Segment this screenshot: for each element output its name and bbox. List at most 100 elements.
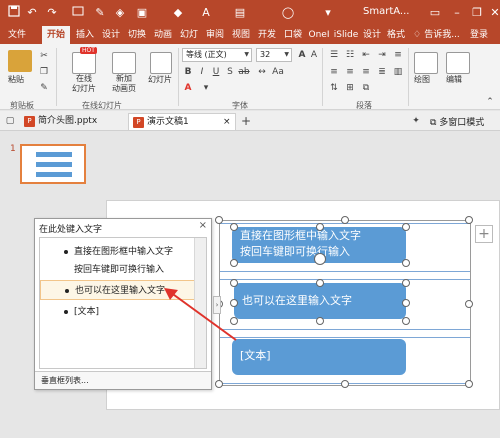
smartart-box-2[interactable]: 也可以在这里输入文字	[234, 283, 406, 319]
picture-icon-2[interactable]: ▤	[232, 5, 248, 21]
frame-handle[interactable]	[465, 300, 473, 308]
customize-qat-icon[interactable]: ▾	[320, 5, 336, 21]
char-spacing-icon[interactable]: ↔	[256, 66, 268, 78]
list-item[interactable]: 直接在图形框中输入文字	[40, 242, 195, 262]
start-from-beginning-icon[interactable]	[70, 5, 86, 21]
resize-handle[interactable]	[230, 259, 238, 267]
save-icon[interactable]	[6, 5, 22, 21]
paste-button-label[interactable]: 粘贴	[8, 74, 24, 85]
online-slide-button[interactable]: 在线 幻灯片	[66, 74, 102, 94]
editing-button[interactable]: 编辑	[446, 74, 462, 85]
circle-icon[interactable]: ◯	[280, 5, 296, 21]
tab-home[interactable]: 开始	[42, 26, 70, 44]
redo-icon[interactable]: ↷	[44, 5, 60, 21]
justify-icon[interactable]: ≣	[376, 66, 388, 78]
find-icon[interactable]	[446, 52, 470, 74]
layout-options-button[interactable]: +	[475, 225, 493, 243]
font-color-icon[interactable]: A	[198, 5, 214, 21]
minimize-button[interactable]: –	[446, 3, 468, 23]
resize-handle[interactable]	[402, 279, 410, 287]
new-animation-page-button[interactable]: 新加 动画页	[106, 74, 142, 94]
new-slide-icon[interactable]	[150, 52, 172, 74]
ribbon-display-icon[interactable]: ▭	[424, 3, 446, 23]
collapse-ribbon-icon[interactable]: ⌃	[484, 96, 496, 108]
resize-handle[interactable]	[316, 317, 324, 325]
close-tab-icon[interactable]: ×	[223, 114, 231, 131]
tab-design[interactable]: 设计	[98, 26, 124, 44]
tab-animations[interactable]: 动画	[150, 26, 176, 44]
shadow-icon[interactable]: S	[224, 66, 236, 78]
bullets-icon[interactable]: ☰	[328, 49, 340, 61]
tab-review[interactable]: 审阅	[202, 26, 228, 44]
decrease-font-icon[interactable]: A	[308, 49, 320, 61]
new-tab-icon[interactable]: ▢	[4, 115, 16, 127]
tab-pocket[interactable]: 口袋	[280, 26, 306, 44]
align-right-icon[interactable]: ≡	[360, 66, 372, 78]
frame-handle[interactable]	[215, 216, 223, 224]
resize-handle[interactable]	[402, 299, 410, 307]
drawing-button[interactable]: 绘图	[414, 74, 430, 85]
smartart-layout-link[interactable]: 垂直框列表...	[35, 371, 211, 389]
resize-handle[interactable]	[402, 223, 410, 231]
resize-handle[interactable]	[316, 279, 324, 287]
font-color-dropdown-icon[interactable]: ▾	[200, 82, 212, 94]
shape-fill-icon[interactable]: ◈	[112, 5, 128, 21]
underline-icon[interactable]: U	[210, 66, 222, 78]
font-name-select[interactable]: 等线 (正文) ▼	[182, 48, 252, 62]
tab-onekey[interactable]: OneI	[306, 26, 332, 44]
slides-button[interactable]: 幻灯片	[148, 74, 172, 85]
shape-fill-icon-2[interactable]: ◆	[170, 5, 186, 21]
online-slide-icon[interactable]	[72, 52, 96, 74]
align-text-icon[interactable]: ⊞	[344, 82, 356, 94]
line-spacing-icon[interactable]: ≡	[392, 49, 404, 61]
list-item[interactable]: 按回车键即可换行输入	[40, 260, 195, 280]
picture-icon[interactable]: ▣	[134, 5, 150, 21]
cut-icon[interactable]: ✂	[38, 50, 50, 62]
frame-handle[interactable]	[341, 380, 349, 388]
paste-icon[interactable]	[8, 50, 32, 72]
text-direction-icon[interactable]: ⇅	[328, 82, 340, 94]
frame-handle[interactable]	[465, 216, 473, 224]
new-animation-page-icon[interactable]	[112, 52, 136, 74]
increase-font-icon[interactable]: A	[296, 49, 308, 61]
copy-icon[interactable]: ❐	[38, 66, 50, 78]
close-icon[interactable]: ×	[199, 220, 207, 231]
frame-handle[interactable]	[465, 380, 473, 388]
drawing-shapes-icon[interactable]	[414, 52, 438, 74]
add-tab-icon[interactable]: +	[240, 115, 252, 127]
slide-thumbnail[interactable]	[20, 144, 86, 184]
resize-handle[interactable]	[316, 223, 324, 231]
tab-view[interactable]: 视图	[228, 26, 254, 44]
resize-handle[interactable]	[402, 259, 410, 267]
tab-format[interactable]: 格式	[384, 26, 408, 44]
frame-handle[interactable]	[215, 380, 223, 388]
tab-smartart-design[interactable]: 设计	[360, 26, 384, 44]
format-painter-icon[interactable]: ✎	[92, 5, 108, 21]
doc-tab-intro[interactable]: P 简介头图.pptx	[20, 113, 124, 130]
align-left-icon[interactable]: ≡	[328, 66, 340, 78]
tab-islide[interactable]: iSlide	[332, 26, 360, 44]
login-link[interactable]: 登录	[468, 26, 490, 44]
undo-icon[interactable]: ↶	[24, 5, 40, 21]
format-painter-brush-icon[interactable]: ✎	[38, 82, 50, 94]
multi-window-button[interactable]: ⧉ 多窗口模式	[430, 115, 484, 128]
tab-developer[interactable]: 开发	[254, 26, 280, 44]
resize-handle[interactable]	[402, 317, 410, 325]
font-size-select[interactable]: 32 ▼	[256, 48, 292, 62]
smartart-box-3[interactable]: [文本]	[232, 339, 406, 375]
tab-file[interactable]: 文件	[4, 26, 30, 44]
frame-handle[interactable]	[341, 216, 349, 224]
resize-handle[interactable]	[230, 223, 238, 231]
smartart-frame[interactable]: 直接在图形框中输入文字 按回车键即可换行输入 也可以在这里输入文字 [文本]	[215, 216, 473, 388]
tab-transitions[interactable]: 切换	[124, 26, 150, 44]
strikethrough-icon[interactable]: ab	[238, 66, 250, 78]
change-case-icon[interactable]: Aa	[272, 66, 284, 78]
font-color-button-icon[interactable]: A	[182, 82, 194, 94]
convert-smartart-icon[interactable]: ⧉	[360, 82, 372, 94]
pin-icon[interactable]: ✦	[410, 115, 422, 127]
tell-me-search[interactable]: 告诉我...	[422, 26, 462, 44]
columns-icon[interactable]: ▥	[392, 66, 404, 78]
bold-icon[interactable]: B	[182, 66, 194, 78]
rotate-handle-icon[interactable]	[314, 253, 326, 265]
align-center-icon[interactable]: ≡	[344, 66, 356, 78]
